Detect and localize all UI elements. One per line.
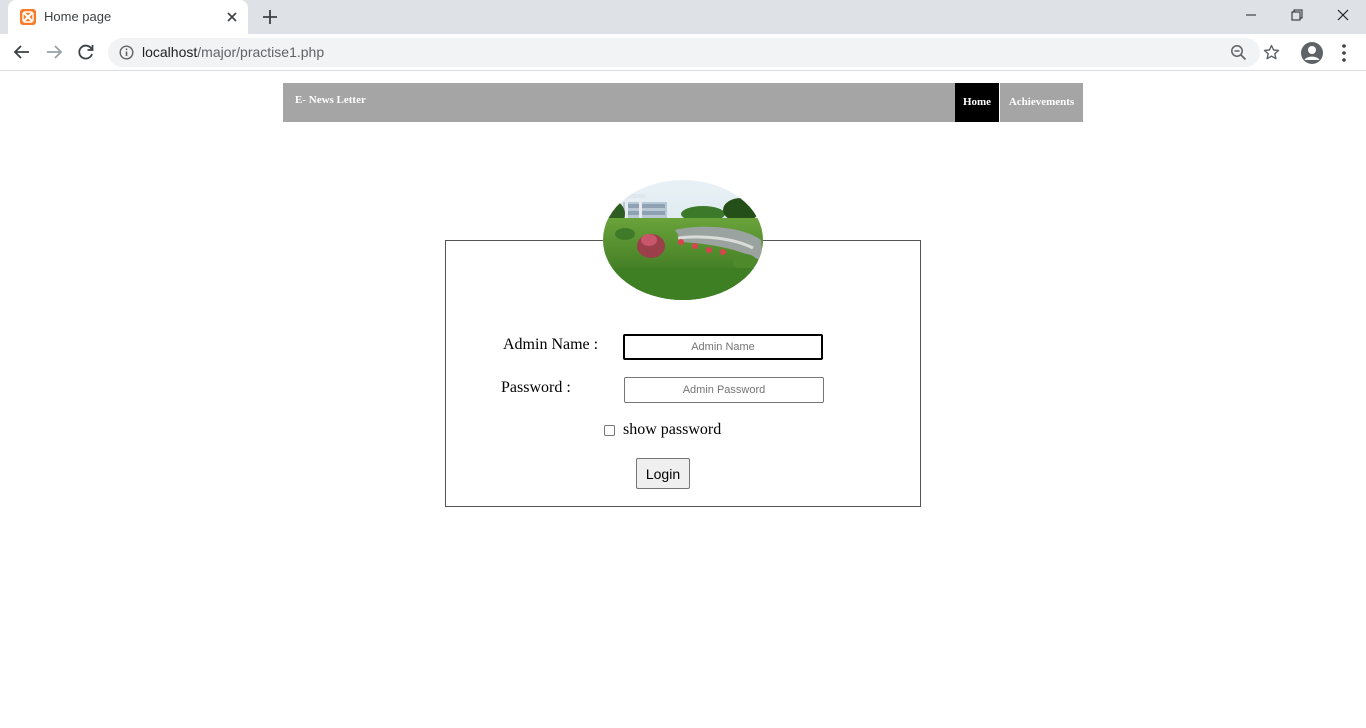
info-icon[interactable]	[119, 45, 134, 60]
close-window-icon[interactable]	[1320, 0, 1366, 30]
show-password-checkbox[interactable]	[604, 425, 615, 436]
browser-tabstrip: Home page	[0, 0, 1366, 34]
new-tab-icon[interactable]	[260, 7, 280, 27]
admin-name-input[interactable]	[623, 334, 823, 360]
login-button[interactable]: Login	[636, 458, 690, 489]
restore-icon[interactable]	[1274, 0, 1320, 30]
zoom-out-icon[interactable]	[1230, 44, 1247, 61]
reload-icon[interactable]	[76, 42, 96, 62]
campus-photo	[603, 180, 763, 300]
password-label: Password :	[501, 379, 571, 396]
bookmark-star-icon[interactable]	[1263, 44, 1280, 61]
admin-name-label: Admin Name :	[503, 336, 599, 353]
site-brand: E- News Letter	[295, 94, 366, 106]
browser-tab[interactable]: Home page	[8, 0, 248, 34]
site-navbar: E- News Letter Home Achievements	[283, 83, 1083, 122]
tab-close-icon[interactable]	[224, 9, 240, 25]
xampp-favicon-icon	[20, 9, 36, 25]
nav-item-achievements[interactable]: Achievements	[1000, 83, 1083, 122]
back-arrow-icon[interactable]	[12, 42, 32, 62]
profile-avatar-icon[interactable]	[1300, 41, 1324, 65]
kebab-menu-icon[interactable]	[1336, 43, 1352, 63]
browser-toolbar: localhost/major/practise1.php	[0, 34, 1366, 71]
tab-title: Home page	[44, 9, 112, 24]
admin-password-input[interactable]	[624, 377, 824, 403]
page-content: E- News Letter Home Achievements Admin N…	[0, 72, 1366, 728]
url-text: localhost/major/practise1.php	[142, 44, 325, 60]
forward-arrow-icon[interactable]	[44, 42, 64, 62]
minimize-icon[interactable]	[1228, 0, 1274, 30]
show-password-label: show password	[623, 421, 722, 438]
address-bar[interactable]: localhost/major/practise1.php	[108, 38, 1280, 67]
nav-item-home[interactable]: Home	[955, 83, 999, 122]
